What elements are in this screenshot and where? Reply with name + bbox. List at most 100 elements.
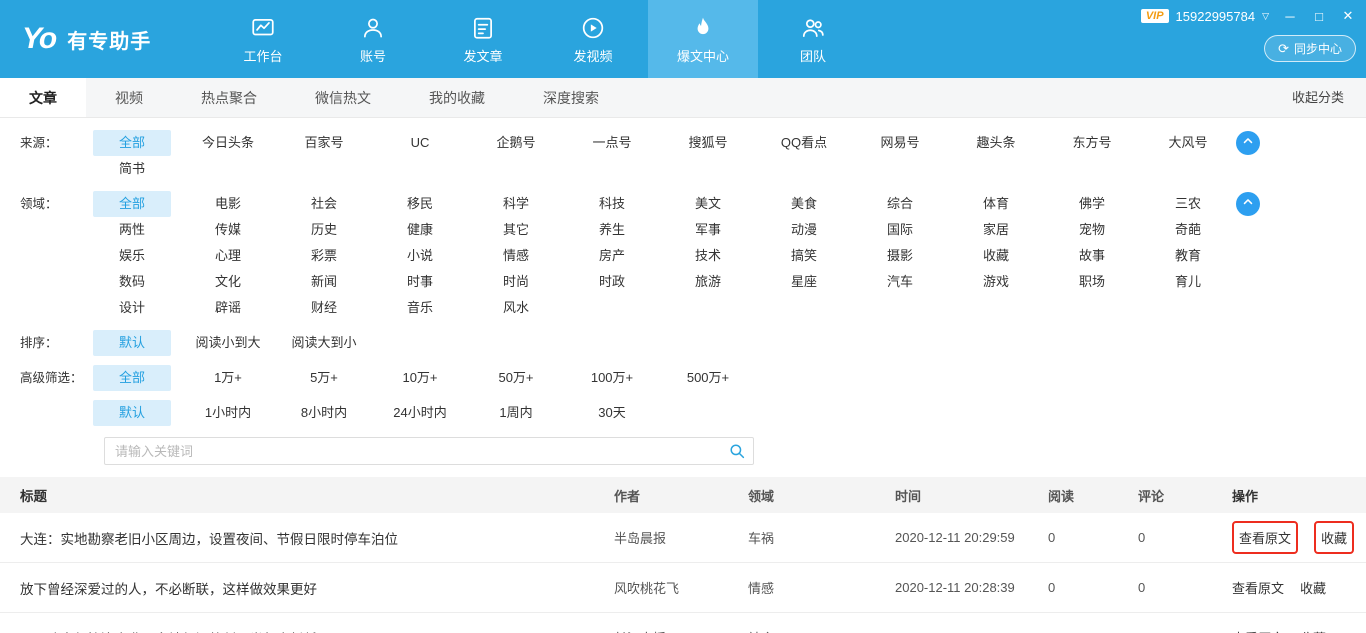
filter-option-sort[interactable]: 阅读大到小: [285, 330, 363, 356]
filter-option-category[interactable]: 全部: [93, 191, 171, 217]
filter-option-category[interactable]: 新闻: [285, 269, 363, 295]
view-original-link[interactable]: 查看原文: [1232, 628, 1284, 633]
filter-option-sort[interactable]: 阅读小到大: [189, 330, 267, 356]
filter-option-category[interactable]: 科学: [477, 191, 555, 217]
collapse-source-button[interactable]: [1236, 131, 1260, 155]
filter-option-category[interactable]: 两性: [93, 217, 171, 243]
filter-option-category[interactable]: 摄影: [861, 243, 939, 269]
filter-option-category[interactable]: 美食: [765, 191, 843, 217]
filter-option-category[interactable]: 数码: [93, 269, 171, 295]
collapse-categories-button[interactable]: 收起分类: [1292, 78, 1366, 117]
filter-option-category[interactable]: 国际: [861, 217, 939, 243]
filter-option-category[interactable]: 健康: [381, 217, 459, 243]
nav-item-hot[interactable]: 爆文中心: [648, 0, 758, 78]
tab-wechat-hot[interactable]: 微信热文: [286, 78, 400, 117]
filter-option-time-filter[interactable]: 1小时内: [189, 400, 267, 426]
nav-item-account[interactable]: 账号: [325, 0, 421, 78]
filter-option-category[interactable]: 收藏: [957, 243, 1035, 269]
filter-option-category[interactable]: 佛学: [1053, 191, 1131, 217]
tab-deep-search[interactable]: 深度搜索: [514, 78, 628, 117]
filter-option-category[interactable]: 奇葩: [1149, 217, 1227, 243]
filter-option-category[interactable]: 动漫: [765, 217, 843, 243]
filter-option-time-filter[interactable]: 1周内: [477, 400, 555, 426]
filter-option-category[interactable]: 时事: [381, 269, 459, 295]
filter-option-category[interactable]: 三农: [1149, 191, 1227, 217]
filter-option-category[interactable]: 军事: [669, 217, 747, 243]
filter-option-reads-filter[interactable]: 1万+: [189, 365, 267, 391]
collapse-category-button[interactable]: [1236, 192, 1260, 216]
filter-option-category[interactable]: 社会: [285, 191, 363, 217]
nav-item-video[interactable]: 发视频: [545, 0, 641, 78]
tab-hotspot[interactable]: 热点聚合: [172, 78, 286, 117]
filter-option-source[interactable]: 东方号: [1053, 130, 1131, 156]
filter-option-source[interactable]: 百家号: [285, 130, 363, 156]
filter-option-source[interactable]: 大风号: [1149, 130, 1227, 156]
filter-option-category[interactable]: 美文: [669, 191, 747, 217]
nav-item-workbench[interactable]: 工作台: [215, 0, 311, 78]
filter-option-reads-filter[interactable]: 全部: [93, 365, 171, 391]
filter-option-category[interactable]: 小说: [381, 243, 459, 269]
favorite-link[interactable]: 收藏: [1314, 521, 1354, 554]
filter-option-source[interactable]: 企鹅号: [477, 130, 555, 156]
maximize-icon[interactable]: □: [1311, 9, 1327, 24]
filter-option-category[interactable]: 情感: [477, 243, 555, 269]
filter-option-sort[interactable]: 默认: [93, 330, 171, 356]
filter-option-category[interactable]: 技术: [669, 243, 747, 269]
filter-option-category[interactable]: 移民: [381, 191, 459, 217]
sync-center-button[interactable]: ⟳ 同步中心: [1264, 35, 1356, 62]
minimize-icon[interactable]: ─: [1282, 9, 1298, 24]
filter-option-category[interactable]: 汽车: [861, 269, 939, 295]
filter-option-category[interactable]: 音乐: [381, 295, 459, 321]
nav-item-team[interactable]: 团队: [765, 0, 861, 78]
tab-favorites[interactable]: 我的收藏: [400, 78, 514, 117]
filter-option-reads-filter[interactable]: 500万+: [669, 365, 747, 391]
filter-option-source[interactable]: 今日头条: [189, 130, 267, 156]
filter-option-category[interactable]: 时政: [573, 269, 651, 295]
search-icon[interactable]: [728, 442, 746, 465]
filter-option-time-filter[interactable]: 30天: [573, 400, 651, 426]
filter-option-category[interactable]: 星座: [765, 269, 843, 295]
view-original-link[interactable]: 查看原文: [1232, 521, 1298, 554]
filter-option-category[interactable]: 设计: [93, 295, 171, 321]
tab-video[interactable]: 视频: [86, 78, 172, 117]
favorite-link[interactable]: 收藏: [1300, 578, 1326, 597]
nav-item-article[interactable]: 发文章: [435, 0, 531, 78]
filter-option-source[interactable]: 网易号: [861, 130, 939, 156]
keyword-search-input[interactable]: [104, 437, 754, 465]
filter-option-source[interactable]: 趣头条: [957, 130, 1035, 156]
filter-option-category[interactable]: 历史: [285, 217, 363, 243]
filter-option-category[interactable]: 心理: [189, 243, 267, 269]
filter-option-category[interactable]: 电影: [189, 191, 267, 217]
filter-option-category[interactable]: 职场: [1053, 269, 1131, 295]
filter-option-category[interactable]: 育儿: [1149, 269, 1227, 295]
filter-option-category[interactable]: 房产: [573, 243, 651, 269]
favorite-link[interactable]: 收藏: [1300, 628, 1326, 633]
filter-option-reads-filter[interactable]: 50万+: [477, 365, 555, 391]
filter-option-category[interactable]: 养生: [573, 217, 651, 243]
filter-option-reads-filter[interactable]: 10万+: [381, 365, 459, 391]
filter-option-category[interactable]: 综合: [861, 191, 939, 217]
filter-option-category[interactable]: 故事: [1053, 243, 1131, 269]
filter-option-source[interactable]: 简书: [93, 156, 171, 182]
filter-option-category[interactable]: 搞笑: [765, 243, 843, 269]
filter-option-category[interactable]: 教育: [1149, 243, 1227, 269]
filter-option-category[interactable]: 旅游: [669, 269, 747, 295]
view-original-link[interactable]: 查看原文: [1232, 578, 1284, 597]
filter-option-time-filter[interactable]: 24小时内: [381, 400, 459, 426]
filter-option-reads-filter[interactable]: 100万+: [573, 365, 651, 391]
filter-option-category[interactable]: 辟谣: [189, 295, 267, 321]
filter-option-source[interactable]: 全部: [93, 130, 171, 156]
filter-option-category[interactable]: 风水: [477, 295, 555, 321]
filter-option-category[interactable]: 家居: [957, 217, 1035, 243]
tab-article[interactable]: 文章: [0, 78, 86, 117]
filter-option-category[interactable]: 文化: [189, 269, 267, 295]
filter-option-category[interactable]: 体育: [957, 191, 1035, 217]
filter-option-category[interactable]: 宠物: [1053, 217, 1131, 243]
filter-option-source[interactable]: 一点号: [573, 130, 651, 156]
filter-option-source[interactable]: UC: [381, 130, 459, 156]
filter-option-source[interactable]: QQ看点: [765, 130, 843, 156]
filter-option-category[interactable]: 彩票: [285, 243, 363, 269]
filter-option-time-filter[interactable]: 默认: [93, 400, 171, 426]
filter-option-reads-filter[interactable]: 5万+: [285, 365, 363, 391]
filter-option-category[interactable]: 时尚: [477, 269, 555, 295]
